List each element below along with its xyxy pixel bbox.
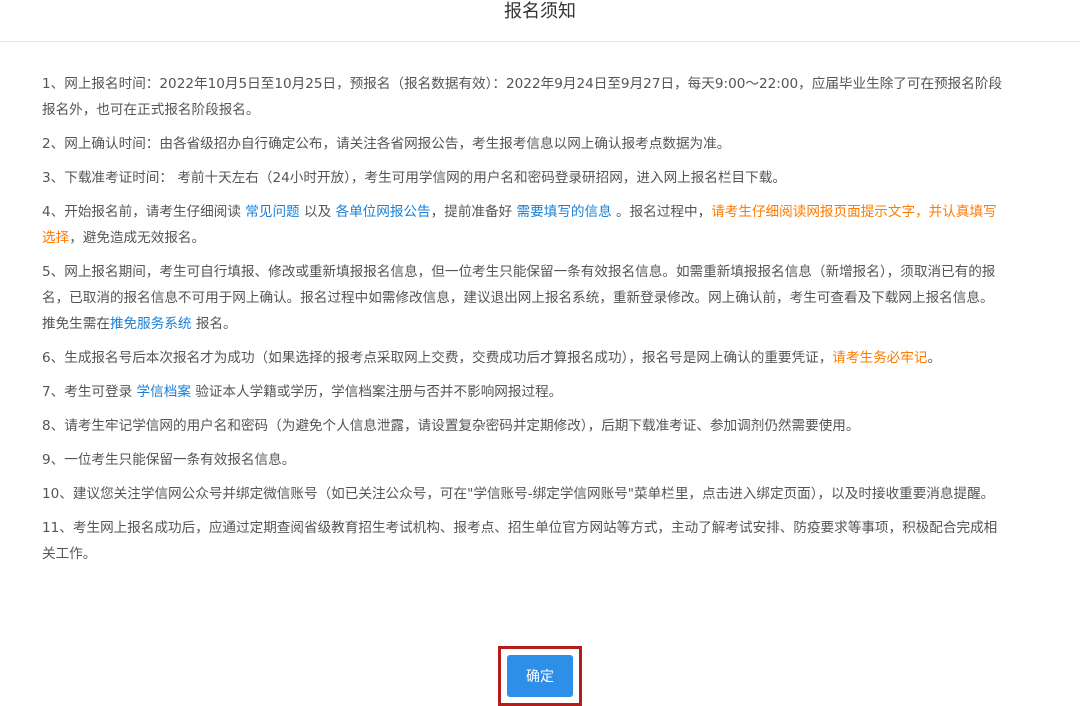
notice-item-4: 4、开始报名前，请考生仔细阅读 常见问题 以及 各单位网报公告，提前准备好 需要… bbox=[42, 199, 1006, 251]
notice-item-11: 11、考生网上报名成功后，应通过定期查阅省级教育招生考试机构、报考点、招生单位官… bbox=[42, 515, 1006, 567]
notice-text: 8、请考生牢记学信网的用户名和密码（为避免个人信息泄露，请设置复杂密码并定期修改… bbox=[42, 418, 860, 434]
faq-link[interactable]: 常见问题 bbox=[245, 204, 299, 220]
notice-text: 验证本人学籍或学历，学信档案注册与否并不影响网报过程。 bbox=[190, 384, 563, 400]
notice-item-6: 6、生成报名号后本次报名才为成功（如果选择的报考点采取网上交费，交费成功后才算报… bbox=[42, 345, 1006, 371]
notice-text: ，避免造成无效报名。 bbox=[69, 230, 206, 246]
notice-text: 9、一位考生只能保留一条有效报名信息。 bbox=[42, 452, 296, 468]
notice-text: 1、网上报名时间：2022年10月5日至10月25日，预报名（报名数据有效）：2… bbox=[42, 76, 1003, 118]
notice-item-1: 1、网上报名时间：2022年10月5日至10月25日，预报名（报名数据有效）：2… bbox=[42, 71, 1006, 123]
warning-text: 请考生务必牢记 bbox=[832, 350, 928, 366]
notice-text: 报名。 bbox=[191, 316, 237, 332]
notice-item-9: 9、一位考生只能保留一条有效报名信息。 bbox=[42, 447, 1006, 473]
notice-item-10: 10、建议您关注学信网公众号并绑定微信账号（如已关注公众号，可在"学信账号-绑定… bbox=[42, 481, 1006, 507]
notice-text: 11、考生网上报名成功后，应通过定期查阅省级教育招生考试机构、报考点、招生单位官… bbox=[42, 520, 998, 562]
notice-text: 7、考生可登录 bbox=[42, 384, 137, 400]
dialog-header: 报名须知 bbox=[0, 0, 1080, 42]
registration-notice-dialog: 报名须知 1、网上报名时间：2022年10月5日至10月25日，预报名（报名数据… bbox=[0, 0, 1080, 706]
notice-text: 以及 bbox=[299, 204, 336, 220]
dialog-footer: 确定 bbox=[0, 646, 1080, 706]
required-info-link[interactable]: 需要填写的信息 bbox=[517, 204, 612, 220]
unit-announcement-link[interactable]: 各单位网报公告 bbox=[336, 204, 431, 220]
notice-text: 4、开始报名前，请考生仔细阅读 bbox=[42, 204, 246, 220]
recommendation-system-link[interactable]: 推免服务系统 bbox=[110, 316, 192, 332]
confirm-button-highlight: 确定 bbox=[498, 646, 582, 706]
dialog-title: 报名须知 bbox=[504, 1, 576, 22]
notice-text: 。 bbox=[927, 350, 942, 366]
notice-text: 3、下载准考证时间： 考前十天左右（24小时开放），考生可用学信网的用户名和密码… bbox=[42, 170, 786, 186]
notice-text: 10、建议您关注学信网公众号并绑定微信账号（如已关注公众号，可在"学信账号-绑定… bbox=[42, 486, 995, 502]
notice-text: 。报名过程中， bbox=[611, 204, 712, 220]
notice-item-7: 7、考生可登录 学信档案 验证本人学籍或学历，学信档案注册与否并不影响网报过程。 bbox=[42, 379, 1006, 405]
notice-item-3: 3、下载准考证时间： 考前十天左右（24小时开放），考生可用学信网的用户名和密码… bbox=[42, 165, 1006, 191]
notice-item-2: 2、网上确认时间：由各省级招办自行确定公布，请关注各省网报公告，考生报考信息以网… bbox=[42, 131, 1006, 157]
notice-item-8: 8、请考生牢记学信网的用户名和密码（为避免个人信息泄露，请设置复杂密码并定期修改… bbox=[42, 413, 1006, 439]
notice-text: 2、网上确认时间：由各省级招办自行确定公布，请关注各省网报公告，考生报考信息以网… bbox=[42, 136, 731, 152]
notice-text: 6、生成报名号后本次报名才为成功（如果选择的报考点采取网上交费，交费成功后才算报… bbox=[42, 350, 833, 366]
notice-item-5: 5、网上报名期间，考生可自行填报、修改或重新填报报名信息，但一位考生只能保留一条… bbox=[42, 259, 1006, 337]
confirm-button[interactable]: 确定 bbox=[507, 655, 573, 697]
notice-text: ，提前准备好 bbox=[430, 204, 517, 220]
notice-content: 1、网上报名时间：2022年10月5日至10月25日，预报名（报名数据有效）：2… bbox=[42, 71, 1006, 575]
xuexin-archive-link[interactable]: 学信档案 bbox=[137, 384, 191, 400]
